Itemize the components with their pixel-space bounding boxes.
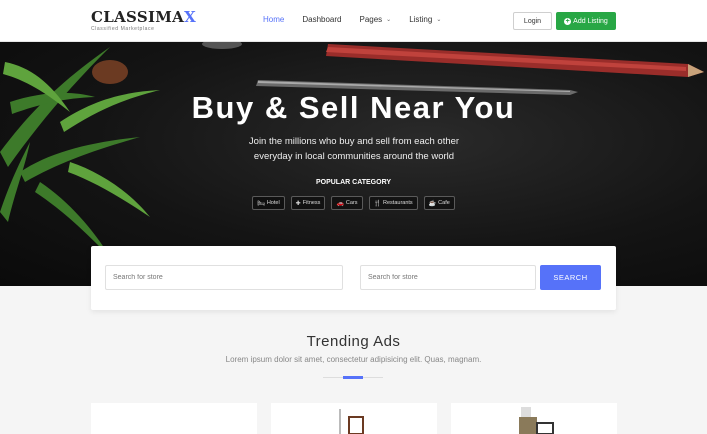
location-search-input[interactable] <box>360 265 536 290</box>
category-hotel[interactable]: 🛏 Hotel <box>252 196 285 210</box>
chevron-down-icon: ⌄ <box>386 17 392 23</box>
nav-home[interactable]: Home <box>263 15 284 24</box>
trending-ads-subtitle: Lorem ipsum dolor sit amet, consectetur … <box>225 355 482 364</box>
hero-title: Buy & Sell Near You <box>191 90 516 125</box>
nav-listing-dropdown[interactable]: Listing ⌄ <box>409 15 441 24</box>
chevron-down-icon: ⌄ <box>436 17 442 23</box>
navbar: CLASSIMAX Classified Marketplace Home Da… <box>0 0 707 42</box>
ad-card-image <box>519 407 554 434</box>
car-icon: 🚗 <box>336 200 344 207</box>
search-button[interactable]: SEARCH <box>540 265 601 290</box>
ad-card-image <box>339 409 364 434</box>
ad-card[interactable] <box>271 403 437 434</box>
trending-ads-title: Trending Ads <box>306 333 401 350</box>
main-nav: Home Dashboard Pages ⌄ Listing ⌄ <box>263 15 441 24</box>
search-panel: SEARCH <box>91 246 616 310</box>
login-button[interactable]: Login <box>513 12 552 30</box>
section-divider-accent <box>343 376 363 379</box>
bed-icon: 🛏 <box>257 200 265 207</box>
add-listing-button[interactable]: + Add Listing <box>556 12 616 30</box>
category-list: 🛏 Hotel ✚ Fitness 🚗 Cars 🍴 Restaurants ☕… <box>0 196 707 210</box>
fitness-icon: ✚ <box>295 200 301 207</box>
category-restaurants[interactable]: 🍴 Restaurants <box>368 196 418 210</box>
ad-card[interactable] <box>91 403 257 434</box>
brand-tagline: Classified Marketplace <box>91 26 155 32</box>
popular-category-heading: POPULAR CATEGORY <box>315 179 392 186</box>
ad-card[interactable] <box>451 403 617 434</box>
category-cars[interactable]: 🚗 Cars <box>331 196 363 210</box>
brand-logo[interactable]: CLASSIMAX Classified Marketplace <box>91 9 196 32</box>
brand-name: CLASSIMAX <box>91 8 197 26</box>
category-cafe[interactable]: ☕ Cafe <box>423 196 455 210</box>
nav-pages-dropdown[interactable]: Pages ⌄ <box>359 15 391 24</box>
coffee-icon: ☕ <box>428 200 437 207</box>
nav-dashboard[interactable]: Dashboard <box>302 15 341 24</box>
category-fitness[interactable]: ✚ Fitness <box>290 196 326 210</box>
plus-circle-icon: + <box>564 17 572 25</box>
hero-subtitle: Join the millions who buy and sell from … <box>248 136 460 162</box>
store-search-input[interactable] <box>105 265 343 290</box>
utensils-icon: 🍴 <box>373 200 382 207</box>
